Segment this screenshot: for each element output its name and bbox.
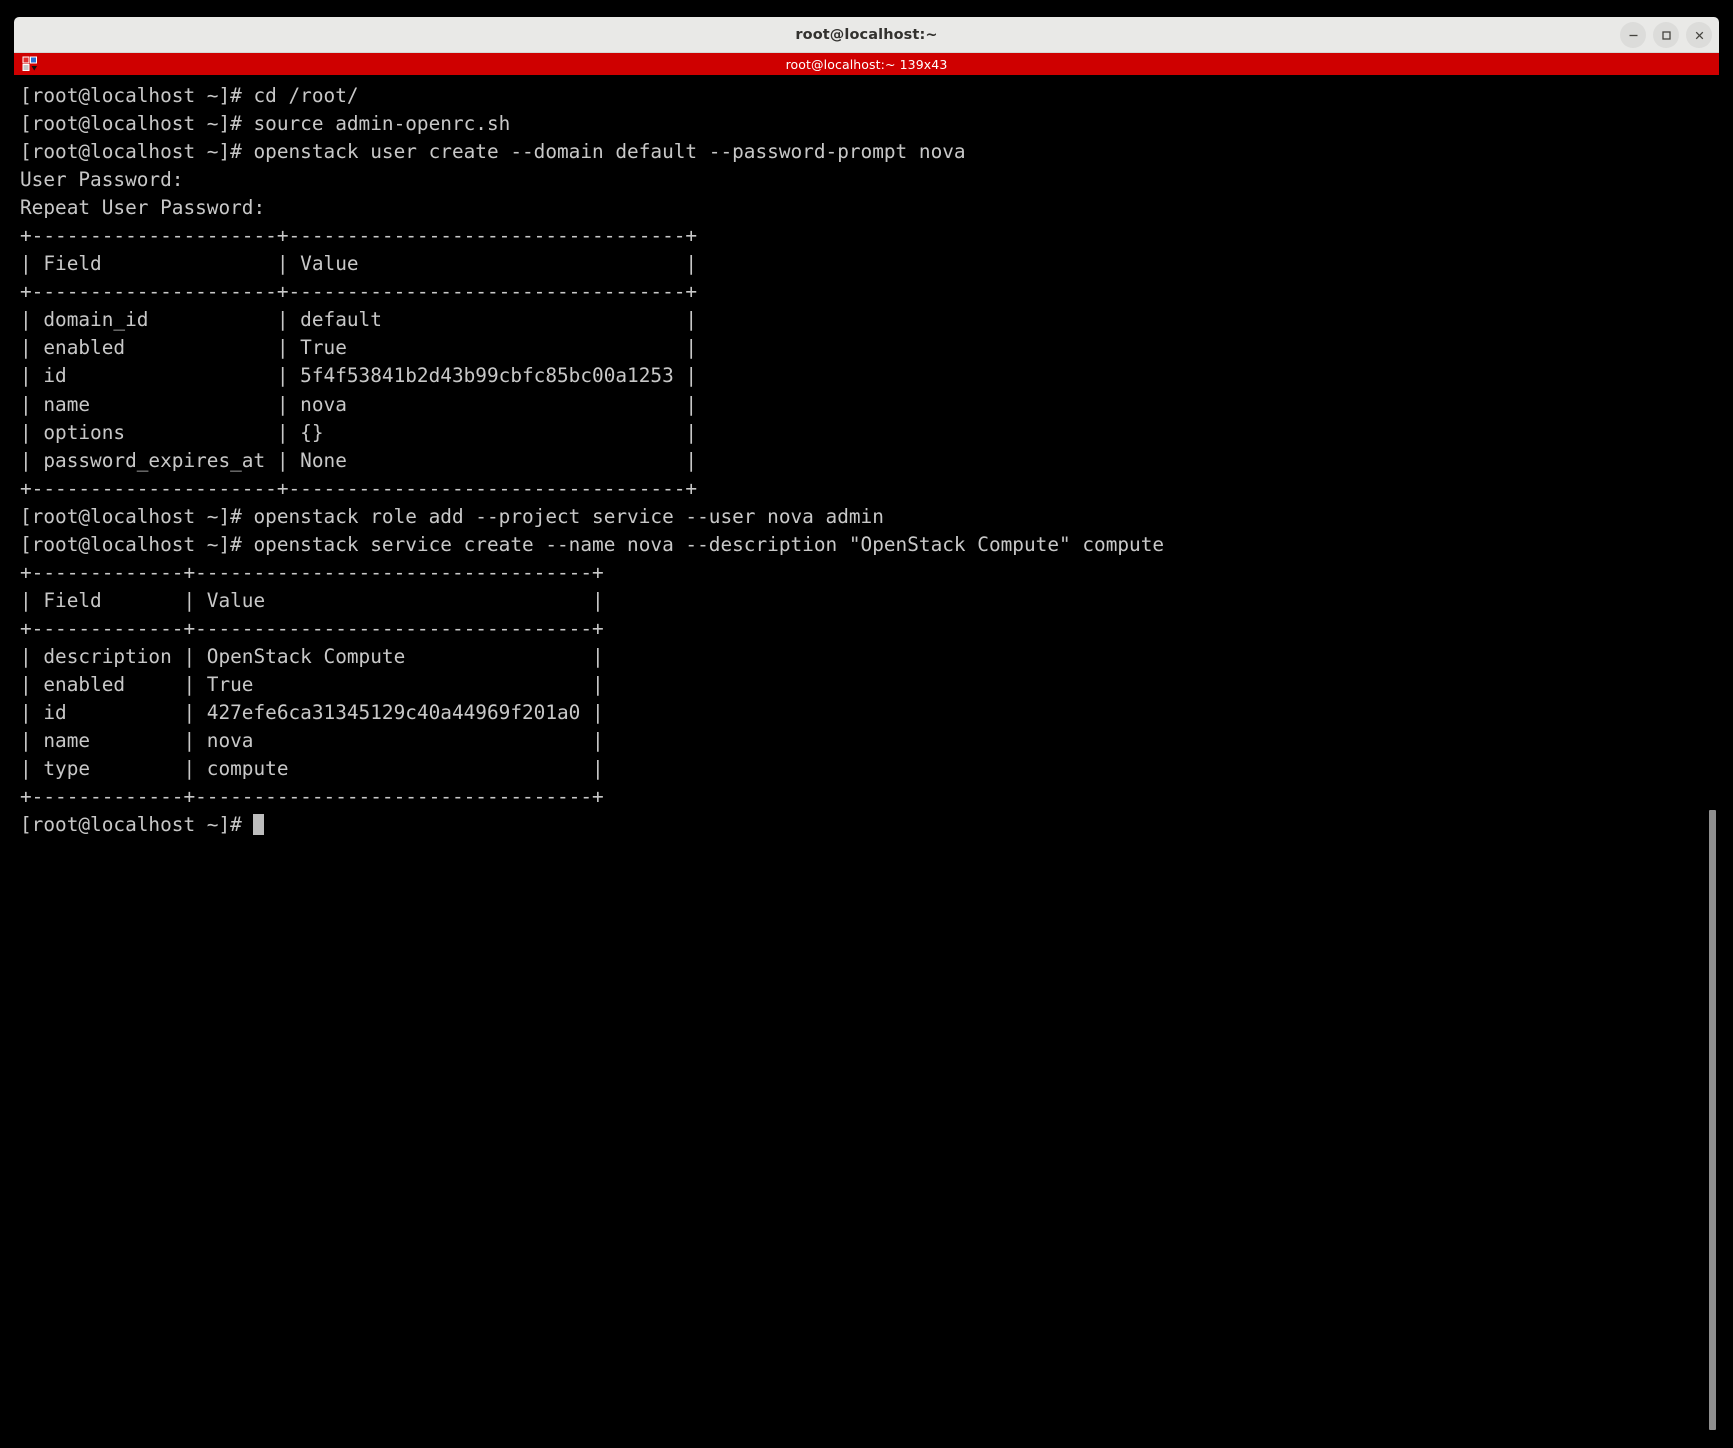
- tab-strip[interactable]: root@localhost:~ 139x43: [14, 53, 1719, 75]
- terminal-output: [root@localhost ~]# cd /root/ [root@loca…: [20, 82, 1164, 839]
- terminal-body[interactable]: [root@localhost ~]# cd /root/ [root@loca…: [14, 75, 1719, 1430]
- close-icon[interactable]: [1686, 22, 1712, 48]
- terminal-tabs-icon[interactable]: [22, 55, 40, 73]
- scrollbar[interactable]: [1705, 75, 1719, 1430]
- screen: root@localhost:~ root@localhost:~ 139x43…: [0, 0, 1733, 1448]
- window-titlebar[interactable]: root@localhost:~: [14, 17, 1719, 53]
- minimize-icon[interactable]: [1620, 22, 1646, 48]
- window-controls: [1620, 17, 1712, 53]
- scrollbar-thumb[interactable]: [1709, 810, 1716, 1430]
- maximize-icon[interactable]: [1653, 22, 1679, 48]
- text-cursor: [253, 814, 265, 836]
- terminal-window: root@localhost:~ root@localhost:~ 139x43…: [14, 17, 1719, 1431]
- terminal-prompt-line: [root@localhost ~]#: [20, 813, 254, 837]
- terminal-scrollback: [root@localhost ~]# cd /root/ [root@loca…: [20, 84, 1165, 809]
- tab-title: root@localhost:~ 139x43: [785, 56, 948, 72]
- window-title: root@localhost:~: [795, 26, 938, 43]
